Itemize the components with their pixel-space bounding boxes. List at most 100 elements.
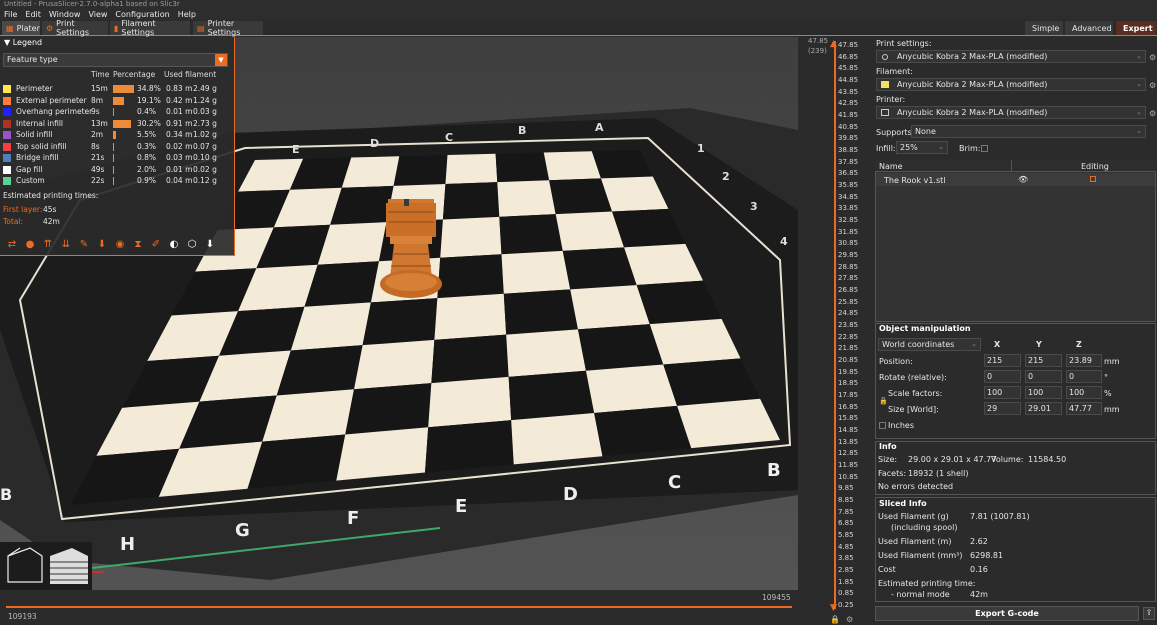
- legend-row[interactable]: Overhang perimeter 9s 0.4% 0.01 m 0.03 g: [3, 106, 231, 117]
- upper-thumb-icon[interactable]: ▲: [830, 39, 837, 49]
- position-unit: mm: [1104, 357, 1120, 366]
- first-layer-value: 45s: [43, 205, 57, 214]
- info-facets-value: 18932 (1 shell): [908, 469, 969, 478]
- feature-used-g: 0.02 g: [193, 164, 217, 174]
- upload-icon[interactable]: ⇪: [1143, 607, 1155, 620]
- brim-label: Brim:: [959, 144, 981, 153]
- position-y-input[interactable]: 215: [1025, 354, 1062, 367]
- rotate-z-input[interactable]: 0: [1066, 370, 1102, 383]
- layer-tick-label: 31.85: [838, 227, 859, 236]
- legend-row[interactable]: External perimeter 8m 19.1% 0.42 m 1.24 g: [3, 95, 231, 106]
- legend-row[interactable]: Perimeter 15m 34.8% 0.83 m 2.49 g: [3, 83, 231, 94]
- feature-name: Internal infill: [16, 118, 64, 128]
- size-z-input[interactable]: 47.77: [1066, 402, 1102, 415]
- menu-configuration[interactable]: Configuration: [111, 10, 173, 19]
- mode-expert-button[interactable]: Expert: [1116, 21, 1156, 35]
- feature-color-swatch: [3, 177, 11, 185]
- layer-slider-track: [834, 41, 836, 609]
- rotate-y-input[interactable]: 0: [1025, 370, 1062, 383]
- center-of-gravity-icon[interactable]: ◐: [166, 236, 182, 252]
- board-square: [577, 324, 664, 371]
- legend-row[interactable]: Bridge infill 21s 0.8% 0.03 m 0.10 g: [3, 152, 231, 163]
- position-x-input[interactable]: 215: [984, 354, 1021, 367]
- editing-icon[interactable]: [1090, 176, 1096, 182]
- legend-row[interactable]: Top solid infill 8s 0.3% 0.02 m 0.07 g: [3, 141, 231, 152]
- settings-cog-icon[interactable]: ⚙: [846, 615, 853, 624]
- position-z-input[interactable]: 23.89: [1066, 354, 1102, 367]
- layer-tick-label: 39.85: [838, 134, 859, 143]
- lock-icon[interactable]: 🔒: [830, 615, 840, 624]
- tab-print-settings[interactable]: ⚙ Print Settings: [42, 19, 108, 37]
- moves-slider[interactable]: 109455 109193: [0, 590, 798, 625]
- sliced-info-label: Estimated printing time:: [878, 579, 976, 588]
- layer-tick-label: 35.85: [838, 181, 859, 189]
- print-settings-combo[interactable]: Anycubic Kobra 2 Max-PLA (modified) ⌄: [876, 50, 1146, 63]
- size-x-input[interactable]: 29: [984, 402, 1021, 415]
- shells-icon[interactable]: ⬡: [184, 236, 200, 252]
- legend-row[interactable]: Custom 22s 0.9% 0.04 m 0.12 g: [3, 175, 231, 186]
- filament-gear-icon[interactable]: ⚙: [1149, 81, 1156, 90]
- coordinates-combo[interactable]: World coordinates ⌄: [878, 338, 981, 351]
- lower-thumb-icon[interactable]: ▼: [830, 603, 837, 613]
- eye-icon[interactable]: 👁: [1018, 175, 1028, 184]
- infill-combo[interactable]: 25% ⌄: [896, 141, 948, 154]
- view-type-select[interactable]: Feature type ▼: [3, 53, 228, 67]
- tab-printer-settings[interactable]: ▤ Printer Settings: [193, 19, 263, 37]
- tab-filament-settings[interactable]: ▮ Filament Settings: [110, 19, 190, 37]
- layer-tick-label: 16.85: [838, 402, 859, 411]
- layer-tick-label: 6.85: [838, 519, 854, 528]
- board-square: [503, 289, 578, 335]
- menu-file[interactable]: File: [0, 10, 21, 19]
- tool-changes-icon[interactable]: ⬇: [94, 236, 110, 252]
- scale-x-input[interactable]: 100: [984, 386, 1021, 399]
- scale-z-input[interactable]: 100: [1066, 386, 1102, 399]
- layer-tick-label: 41.85: [838, 111, 859, 119]
- size-y-input[interactable]: 29.01: [1025, 402, 1062, 415]
- legend-header[interactable]: ▼ Legend: [0, 37, 234, 49]
- axis-x-label: X: [994, 340, 1001, 349]
- menu-view[interactable]: View: [84, 10, 111, 19]
- feature-used-g: 0.07 g: [193, 141, 217, 151]
- tab-plater[interactable]: ▦ Plater: [2, 21, 40, 35]
- layer-slider[interactable]: 47.85 (239) 47.85 46.85 45.85 44.85 43.85 42.…: [798, 37, 870, 625]
- feature-color-swatch: [3, 142, 11, 151]
- object-name[interactable]: The Rook v1.stl: [884, 176, 945, 185]
- filament-combo[interactable]: Anycubic Kobra 2 Max-PLA (modified) ⌄: [876, 78, 1146, 91]
- retractions-icon[interactable]: ⇈: [40, 236, 56, 252]
- travel-icon[interactable]: ⇄: [4, 236, 20, 252]
- legend-row[interactable]: Gap fill 49s 2.0% 0.01 m 0.02 g: [3, 164, 231, 175]
- tool-marker-icon[interactable]: ⬇: [202, 236, 218, 252]
- seams-icon[interactable]: ✎: [76, 236, 92, 252]
- export-gcode-button[interactable]: Export G-code: [875, 606, 1139, 621]
- print-settings-gear-icon[interactable]: ⚙: [1149, 53, 1156, 62]
- board-number-1: 1: [697, 142, 705, 155]
- color-changes-icon[interactable]: ◉: [112, 236, 128, 252]
- scale-lock-icon[interactable]: 🔒: [879, 397, 888, 405]
- board-square: [434, 293, 507, 340]
- deretractions-icon[interactable]: ⇊: [58, 236, 74, 252]
- info-volume-label: Volume:: [991, 455, 1024, 464]
- menu-edit[interactable]: Edit: [21, 10, 45, 19]
- mode-advanced-button[interactable]: Advanced: [1065, 21, 1113, 35]
- menu-help[interactable]: Help: [174, 10, 200, 19]
- feature-time: 8m: [91, 95, 104, 105]
- rotate-x-input[interactable]: 0: [984, 370, 1021, 383]
- custom-gcode-icon[interactable]: ✐: [148, 236, 164, 252]
- pause-icon[interactable]: ⧗: [130, 236, 146, 252]
- printer-combo[interactable]: Anycubic Kobra 2 Max-PLA (modified) ⌄: [876, 106, 1146, 119]
- printer-gear-icon[interactable]: ⚙: [1149, 109, 1156, 118]
- col-editing: Editing: [1081, 162, 1109, 171]
- wipe-icon[interactable]: ●: [22, 236, 38, 252]
- board-square: [336, 427, 429, 481]
- mode-simple-button[interactable]: Simple: [1025, 21, 1063, 35]
- legend-row[interactable]: Solid infill 2m 5.5% 0.34 m 1.02 g: [3, 129, 231, 140]
- window-title: Untitled - PrusaSlicer-2.7.0-alpha1 base…: [0, 0, 1157, 8]
- brim-checkbox[interactable]: [981, 145, 988, 152]
- supports-combo[interactable]: None ⌄: [911, 125, 1146, 138]
- menu-window[interactable]: Window: [45, 10, 85, 19]
- scale-y-input[interactable]: 100: [1025, 386, 1062, 399]
- legend-row[interactable]: Internal infill 13m 30.2% 0.91 m 2.73 g: [3, 118, 231, 129]
- inches-checkbox[interactable]: [879, 422, 886, 429]
- layer-tick-label: 46.85: [838, 52, 859, 61]
- board-square: [341, 156, 400, 188]
